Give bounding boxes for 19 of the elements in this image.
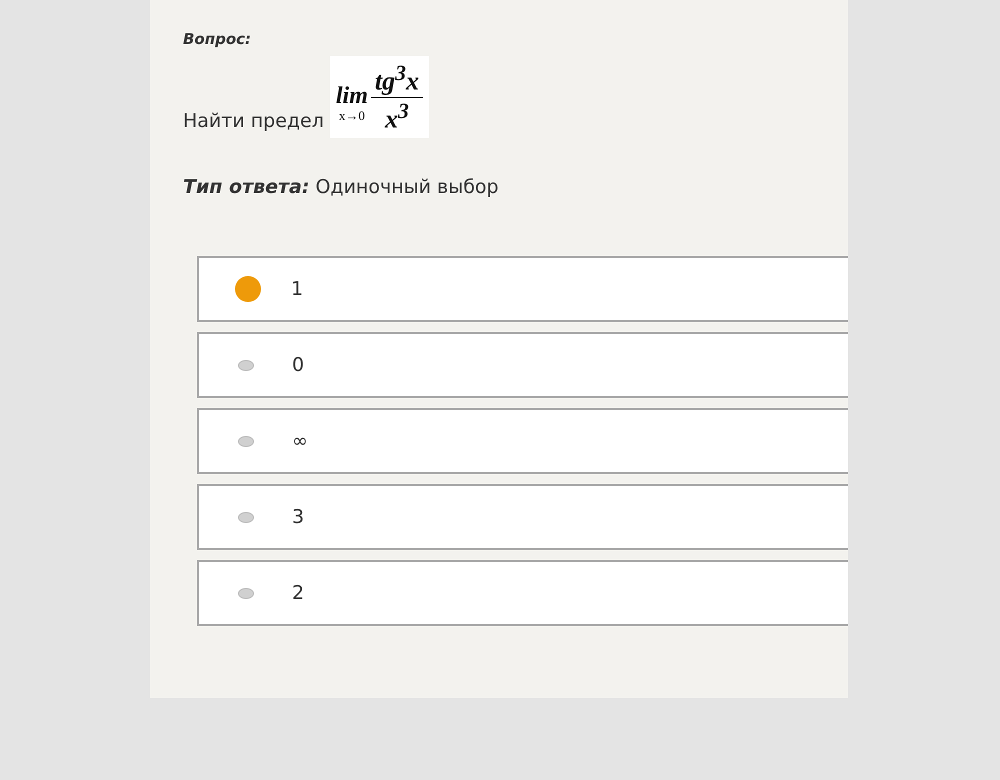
answer-option[interactable]: 0 (197, 332, 848, 398)
answer-option[interactable]: 1 (197, 256, 848, 322)
answer-option[interactable]: 2 (197, 560, 848, 626)
option-label: 2 (292, 582, 304, 604)
radio-button[interactable] (238, 512, 254, 522)
radio-button[interactable] (238, 436, 254, 446)
radio-button[interactable] (235, 276, 261, 302)
formula-image: lim x→0 tg$^{3}$x x$^{3}$ (330, 56, 429, 138)
answer-option[interactable]: ∞ (197, 408, 848, 474)
option-label: ∞ (292, 430, 308, 452)
option-label: 3 (292, 506, 304, 528)
answer-option[interactable]: 3 (197, 484, 848, 550)
option-label: 1 (291, 278, 304, 300)
radio-button[interactable] (238, 360, 254, 370)
answer-type: Тип ответа: Одиночный выбор (183, 176, 500, 198)
question-text: Найти предел (183, 110, 324, 132)
question-label: Вопрос: (183, 30, 252, 48)
option-label: 0 (292, 354, 304, 376)
radio-button[interactable] (238, 588, 254, 598)
